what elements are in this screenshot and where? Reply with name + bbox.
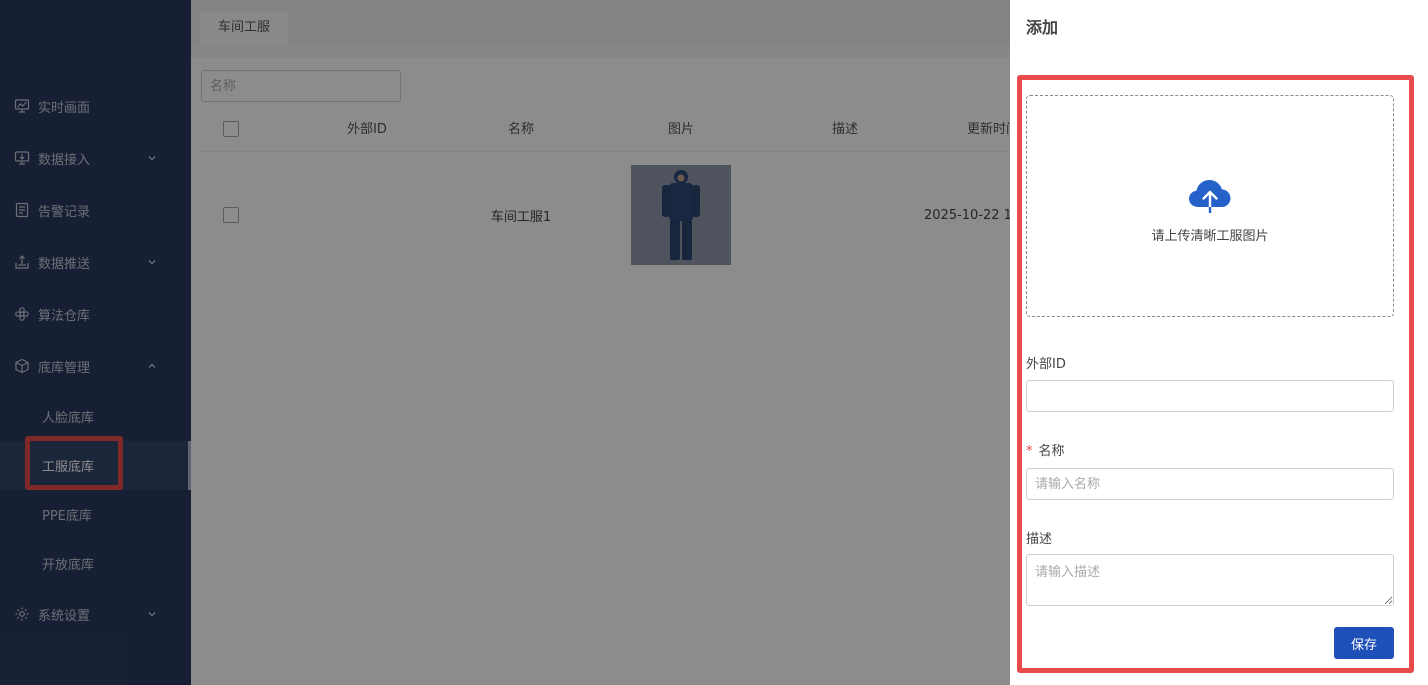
upload-hint: 请上传清晰工服图片 bbox=[1151, 228, 1269, 244]
external-id-label: 外部ID bbox=[1026, 357, 1066, 372]
add-drawer: 添加 请上传清晰工服图片 外部ID * 名称 描述 保存 bbox=[1010, 0, 1428, 685]
required-mark: * bbox=[1026, 444, 1033, 459]
external-id-input[interactable] bbox=[1026, 380, 1394, 412]
name-label: 名称 bbox=[1038, 444, 1065, 459]
description-label: 描述 bbox=[1026, 532, 1053, 547]
cloud-upload-icon bbox=[1189, 179, 1231, 214]
name-label-wrap: * 名称 bbox=[1026, 440, 1065, 459]
name-input[interactable] bbox=[1026, 468, 1394, 500]
modal-overlay[interactable] bbox=[0, 0, 1010, 685]
description-textarea[interactable] bbox=[1026, 554, 1394, 606]
drawer-title: 添加 bbox=[1026, 18, 1059, 37]
image-upload-area[interactable]: 请上传清晰工服图片 bbox=[1026, 95, 1394, 317]
save-button[interactable]: 保存 bbox=[1334, 627, 1394, 659]
